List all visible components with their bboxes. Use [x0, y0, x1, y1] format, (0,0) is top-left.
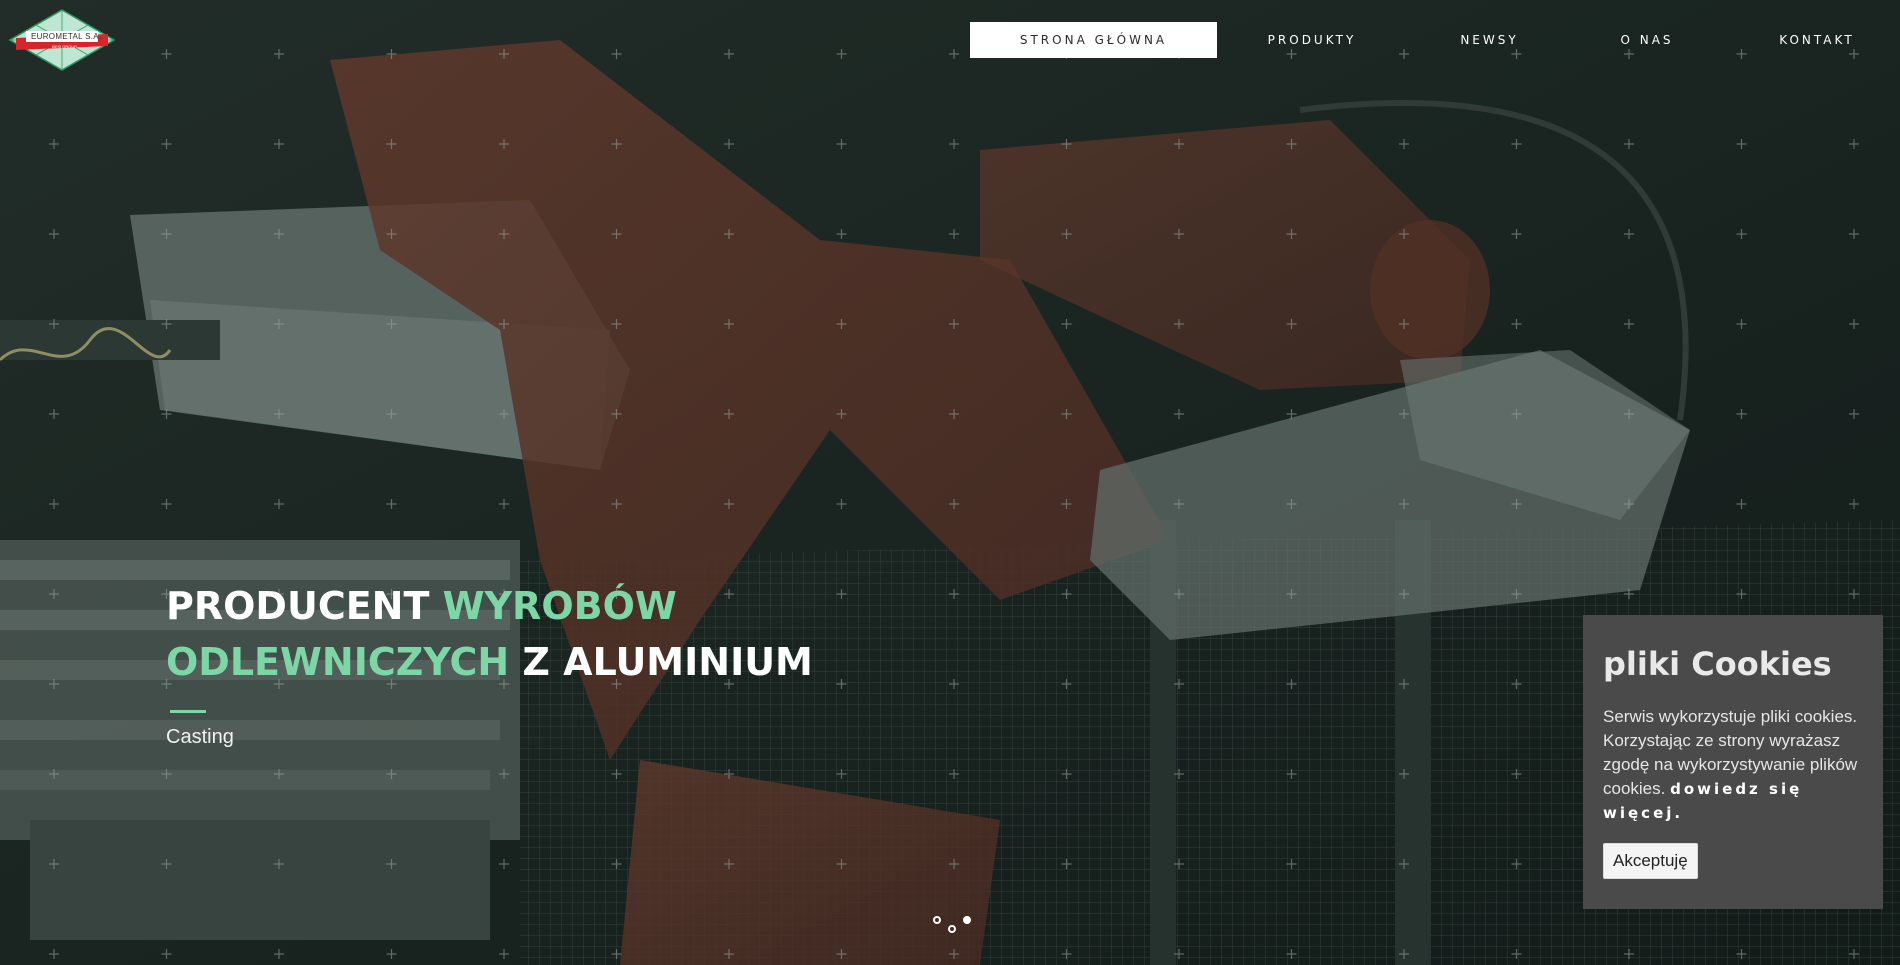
cookie-title: pliki Cookies — [1603, 645, 1832, 683]
slider-dot-3[interactable] — [963, 916, 971, 924]
hero-subtitle: Casting — [166, 726, 234, 748]
nav-item-o-nas[interactable]: O NAS — [1572, 22, 1722, 58]
nav-item-newsy[interactable]: NEWSY — [1407, 22, 1572, 58]
headline-odlewniczych: ODLEWNICZYCH — [166, 640, 510, 684]
headline-wyrobow: WYROBÓW — [442, 584, 677, 628]
headline-divider — [170, 710, 206, 713]
cookie-accept-button[interactable]: Akceptuję — [1603, 843, 1698, 879]
logo-text: EUROMETAL S.A. — [31, 32, 102, 41]
cookie-panel: pliki Cookies Serwis wykorzystuje pliki … — [1583, 615, 1883, 909]
hero-headline: PRODUCENT WYROBÓW ODLEWNICZYCH Z ALUMINI… — [166, 578, 813, 690]
logo-tagline: BESI GROUP — [52, 44, 77, 49]
nav-item-kontakt[interactable]: KONTAKT — [1722, 22, 1900, 58]
nav-item-strona-glowna[interactable]: STRONA GŁÓWNA — [970, 22, 1217, 58]
cookie-text: Serwis wykorzystuje pliki cookies. Korzy… — [1603, 705, 1875, 825]
slider-dot-1[interactable] — [933, 916, 941, 924]
eurometal-logo[interactable]: EUROMETAL S.A. BESI GROUP — [8, 8, 116, 72]
main-nav: STRONA GŁÓWNA PRODUKTY NEWSY O NAS KONTA… — [970, 22, 1900, 58]
slider-dot-2[interactable] — [948, 925, 956, 933]
headline-producent: PRODUCENT — [166, 584, 443, 628]
headline-z-aluminium: Z ALUMINIUM — [509, 640, 813, 684]
nav-item-produkty[interactable]: PRODUKTY — [1217, 22, 1407, 58]
